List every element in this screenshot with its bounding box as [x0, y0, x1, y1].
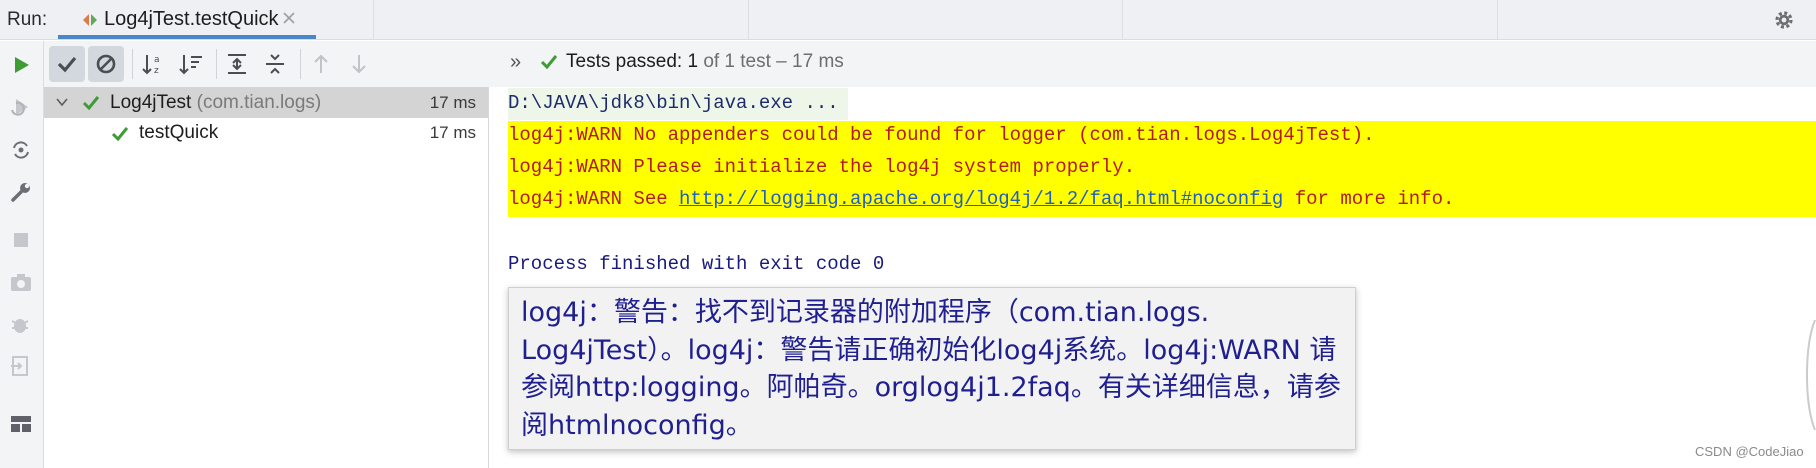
duration: 17 ms: [429, 93, 476, 112]
test-status: Tests passed: 1 of 1 test – 17 ms: [566, 51, 844, 73]
toolbar-overflow-button[interactable]: »: [510, 51, 521, 74]
duration: 17 ms: [429, 123, 476, 142]
class-name: Log4jTest: [110, 92, 192, 113]
svg-text:z: z: [154, 66, 159, 76]
warn-suffix: for more info.: [1283, 188, 1455, 210]
check-icon: [538, 51, 560, 73]
status-count: 1: [687, 51, 699, 72]
check-icon: [81, 93, 101, 113]
debug-icon[interactable]: [8, 311, 34, 337]
stop-icon[interactable]: [8, 227, 34, 253]
svg-text:a: a: [154, 55, 160, 65]
expand-all-icon[interactable]: [220, 47, 254, 81]
close-icon[interactable]: [280, 9, 298, 27]
layout-icon[interactable]: [8, 411, 34, 437]
warn-line-2: log4j:WARN Please initialize the log4j s…: [508, 156, 1136, 178]
active-tab-indicator: [58, 35, 316, 39]
exit-message: Process finished with exit code 0: [508, 253, 885, 275]
toggle-auto-test-icon[interactable]: [8, 137, 34, 163]
package-name: (com.tian.logs): [196, 92, 322, 113]
run-tool-window-header: Run: Log4jTest.testQuick: [0, 0, 1816, 40]
rerun-icon[interactable]: [8, 52, 34, 78]
check-icon: [110, 124, 130, 144]
toolbar-separator: [216, 49, 217, 79]
test-tree: Log4jTest (com.tian.logs) 17 ms testQuic…: [44, 87, 489, 468]
header-divider: [1122, 0, 1123, 40]
scrollbar[interactable]: [1805, 319, 1816, 431]
header-divider: [373, 0, 374, 40]
show-ignored-icon: [89, 47, 123, 81]
left-toolbar: [0, 41, 44, 468]
warn-line-1: log4j:WARN No appenders could be found f…: [508, 124, 1375, 146]
toolbar-separator: [132, 49, 133, 79]
tab-title[interactable]: Log4jTest.testQuick: [104, 8, 279, 31]
gear-icon[interactable]: [1772, 8, 1796, 32]
sort-alphabetically-icon[interactable]: az: [136, 47, 170, 81]
header-divider: [748, 0, 749, 40]
warn-prefix: log4j:WARN See: [508, 188, 680, 210]
exit-icon[interactable]: [8, 353, 34, 379]
previous-failed-icon[interactable]: [304, 47, 338, 81]
run-label: Run:: [7, 9, 48, 30]
chevron-down-icon[interactable]: [54, 94, 70, 110]
test-method-name: testQuick: [139, 122, 219, 143]
tooltip-text: log4j：警告：找不到记录器的附加程序（com.tian.logs. Log4…: [521, 297, 1341, 441]
status-label: Tests passed:: [566, 51, 683, 72]
warn-line-3: log4j:WARN See http://logging.apache.org…: [508, 188, 1454, 210]
test-toolbar: az » Tests passed: 1 of 1 test – 17 ms: [44, 41, 1816, 87]
header-divider: [1497, 0, 1498, 40]
next-failed-icon[interactable]: [342, 47, 376, 81]
status-detail: of 1 test – 17 ms: [703, 51, 844, 72]
screenshot-icon[interactable]: [8, 269, 34, 295]
show-passed-icon: [50, 47, 84, 81]
watermark: CSDN @CodeJiao: [1695, 444, 1804, 459]
rerun-failed-icon[interactable]: [8, 94, 34, 120]
junit-run-icon: [80, 10, 100, 30]
console-gutter: [490, 87, 508, 468]
settings-wrench-icon[interactable]: [8, 179, 34, 205]
tree-item-label: Log4jTest (com.tian.logs): [110, 92, 321, 114]
command-line[interactable]: D:\JAVA\jdk8\bin\java.exe ...: [508, 92, 839, 114]
translation-tooltip: log4j：警告：找不到记录器的附加程序（com.tian.logs. Log4…: [508, 287, 1356, 450]
toolbar-separator: [300, 49, 301, 79]
sort-by-duration-icon[interactable]: [174, 47, 208, 81]
faq-link[interactable]: http://logging.apache.org/log4j/1.2/faq.…: [679, 188, 1283, 210]
collapse-all-icon[interactable]: [258, 47, 292, 81]
